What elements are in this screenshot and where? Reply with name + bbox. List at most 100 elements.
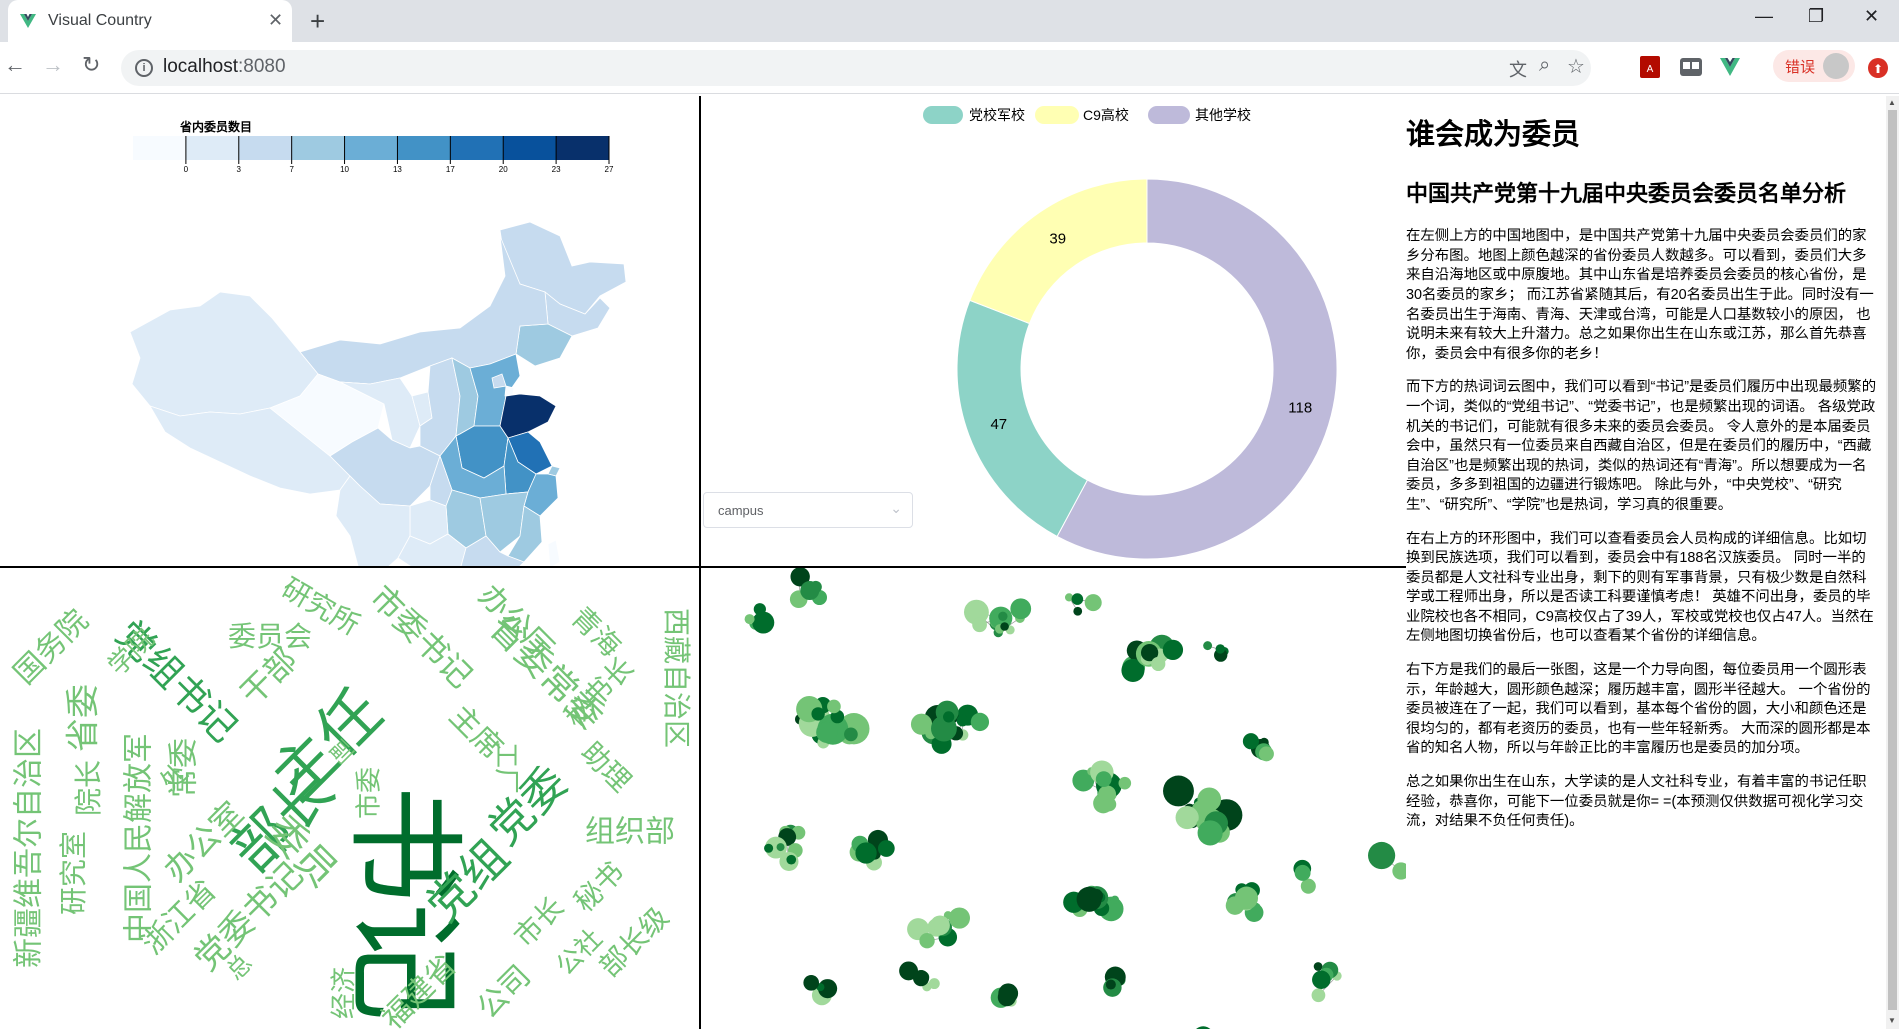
force-node[interactable] [1000,622,1009,631]
wordcloud-word: 市委 [355,767,385,819]
force-node[interactable] [956,714,969,727]
article-paragraph-map: 在左侧上方的中国地图中，是中国共产党第十九届中央委员会委员们的家乡分布图。地图上… [1406,228,1874,362]
force-node[interactable] [1258,746,1274,762]
wordcloud-word: 研究室 [57,831,90,915]
tab-bar: Visual Country ✕ + — ❐ ✕ [0,0,1899,42]
pdf-extension-icon[interactable]: A [1640,56,1660,78]
province-shandong[interactable] [499,393,557,439]
force-node[interactable] [1095,771,1112,788]
province-taiwan[interactable] [547,539,561,566]
force-node[interactable] [1151,656,1166,672]
force-node[interactable] [998,983,1019,1004]
svg-text:⬆: ⬆ [1873,62,1883,76]
force-node[interactable] [744,614,755,625]
translate-icon[interactable]: 文 [1509,56,1527,82]
wordcloud-word: 省委 [64,684,104,752]
zoom-icon[interactable]: ⌕ [1539,54,1550,77]
force-node[interactable] [919,933,935,949]
force-node[interactable] [1102,797,1117,812]
wordcloud-word: 西藏自治区 [660,608,693,748]
force-node[interactable] [1203,641,1213,651]
force-node[interactable] [752,611,775,634]
wordcloud-word: 市长 [507,890,570,953]
force-node[interactable] [1105,979,1116,990]
force-node[interactable] [1163,775,1194,807]
force-node[interactable] [1300,878,1316,894]
force-graph[interactable] [744,568,1406,1029]
scroll-thumb[interactable] [1888,110,1897,1010]
force-node[interactable] [786,854,797,865]
force-node[interactable] [912,970,930,987]
force-node[interactable] [1084,594,1102,612]
force-node[interactable] [1392,862,1406,880]
force-node[interactable] [827,699,841,714]
legend-tick-label: 7 [289,165,294,174]
force-node[interactable] [1073,606,1083,616]
category-select[interactable]: campus ⌄ [703,492,913,528]
province-xinjiang[interactable] [129,291,319,417]
force-node[interactable] [803,974,820,991]
force-node[interactable] [934,923,945,934]
back-icon[interactable]: ← [4,52,26,78]
force-node[interactable] [1225,896,1245,915]
force-node[interactable] [970,712,990,732]
force-node[interactable] [1242,733,1259,750]
close-window-icon[interactable]: ✕ [1864,6,1879,27]
profile-error-button[interactable]: 错误 [1773,50,1855,82]
force-node[interactable] [943,711,955,723]
reload-icon[interactable]: ↻ [82,52,100,78]
forward-icon[interactable]: → [42,52,64,78]
force-node[interactable] [877,840,895,857]
donut-chart[interactable]: 118 47 39 [956,178,1338,560]
force-node[interactable] [811,707,825,721]
bookmark-star-icon[interactable]: ☆ [1567,54,1585,79]
tab-close-icon[interactable]: ✕ [268,10,283,31]
force-node[interactable] [928,978,940,990]
force-node[interactable] [972,617,987,633]
force-node[interactable] [1110,895,1120,905]
page-scrollbar[interactable]: ▲ ▼ [1886,96,1899,1029]
tab-title: Visual Country [48,12,152,29]
site-info-icon[interactable]: i [135,59,153,77]
force-node[interactable] [1089,888,1103,903]
force-node[interactable] [1294,864,1311,881]
wordcloud-word: 市委书记 [363,578,480,695]
force-node[interactable] [1197,820,1223,846]
minimize-icon[interactable]: — [1755,6,1773,27]
force-node[interactable] [776,843,785,852]
force-node[interactable] [855,842,877,864]
force-graph-svg[interactable] [701,568,1406,1029]
china-map[interactable] [129,221,627,566]
force-node[interactable] [844,727,858,742]
new-tab-icon[interactable]: + [310,6,325,37]
address-bar[interactable]: i localhost:8080 文 ⌕ ☆ [121,50,1591,86]
force-node[interactable] [998,611,1008,621]
scroll-down-icon[interactable]: ▼ [1888,1016,1896,1025]
force-node[interactable] [1162,639,1184,661]
vue-devtools-icon[interactable] [1720,58,1740,76]
force-node[interactable] [1118,776,1132,790]
force-node[interactable] [1071,593,1084,605]
force-node[interactable] [1197,787,1222,812]
force-node[interactable] [1311,988,1326,1003]
force-node[interactable] [800,581,820,601]
legend-label-other: 其他学校 [1195,107,1251,123]
browser-tab[interactable]: Visual Country ✕ [8,0,292,42]
legend-tick-label: 23 [552,165,561,174]
force-node[interactable] [1010,598,1032,620]
extension-icon[interactable] [1680,58,1702,76]
scroll-up-icon[interactable]: ▲ [1888,98,1896,107]
force-node[interactable] [1312,970,1331,989]
force-node[interactable] [1215,644,1226,654]
update-icon[interactable]: ⬆ [1868,58,1888,78]
force-node[interactable] [1175,805,1199,830]
force-node[interactable] [753,603,766,616]
force-node[interactable] [816,721,838,743]
donut-slice-military[interactable] [956,299,1089,538]
force-node[interactable] [1313,962,1323,971]
maximize-icon[interactable]: ❐ [1808,6,1824,27]
force-node[interactable] [1368,841,1396,870]
donut-slice-c9[interactable] [969,178,1148,325]
force-node[interactable] [764,843,774,853]
force-node[interactable] [948,907,971,929]
